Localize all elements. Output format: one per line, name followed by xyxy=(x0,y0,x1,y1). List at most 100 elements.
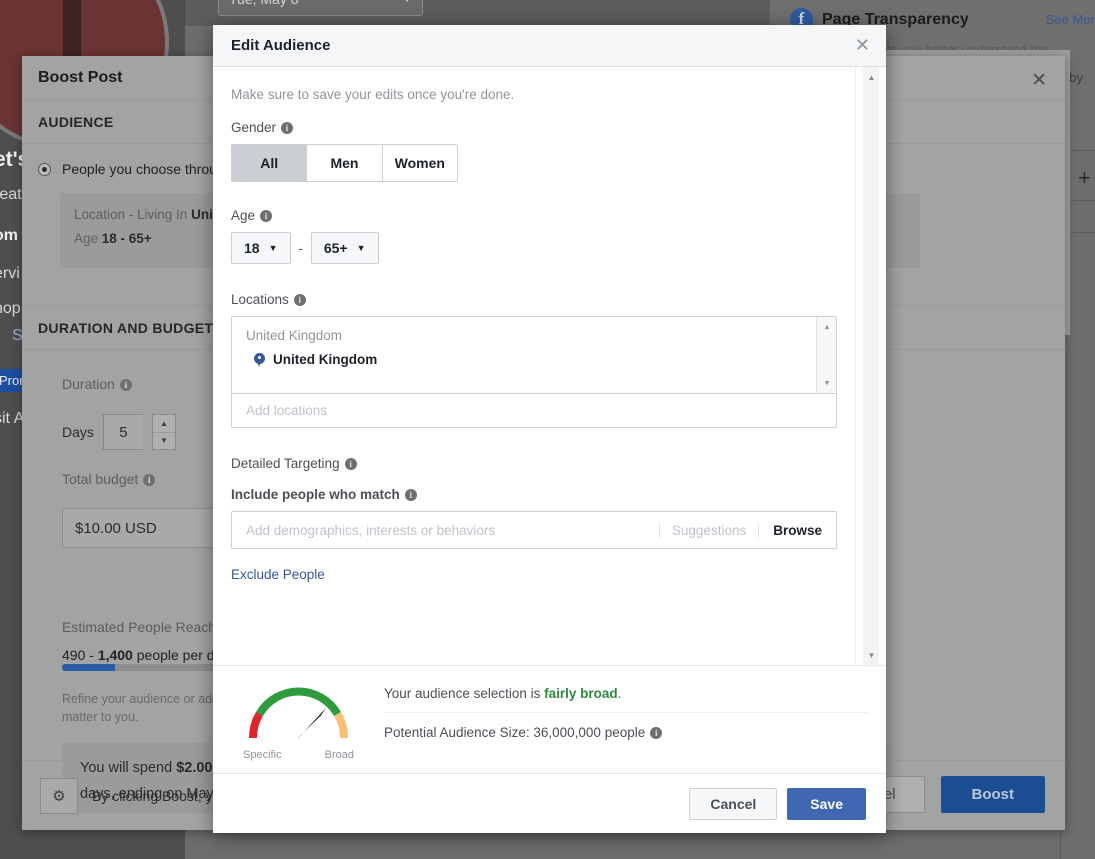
include-people-label-text: Include people who match xyxy=(231,487,400,502)
age-max-dropdown[interactable]: 65+ ▼ xyxy=(311,232,379,264)
summary-age-prefix: Age xyxy=(74,231,102,246)
audience-size-label: Potential Audience Size: xyxy=(384,725,533,740)
chevron-down-icon: ▼ xyxy=(402,0,412,5)
info-icon[interactable]: i xyxy=(405,489,417,501)
gender-option-women[interactable]: Women xyxy=(383,145,457,181)
info-icon[interactable]: i xyxy=(120,379,132,391)
boost-budget-label: Total budget xyxy=(62,471,138,487)
boost-audience-radio-row[interactable]: People you choose throug xyxy=(38,161,225,177)
bg-text-3: ervi xyxy=(0,265,20,283)
age-min-value: 18 xyxy=(244,240,260,256)
locations-label-text: Locations xyxy=(231,292,289,307)
modal-body: Make sure to save your edits once you're… xyxy=(213,67,886,665)
potential-audience-size: Potential Audience Size: 36,000,000 peop… xyxy=(384,713,868,740)
boost-tos-text: By clicking Boost, you xyxy=(92,788,228,804)
boost-estimated-label: Estimated People Reached xyxy=(62,619,232,635)
bg-text-6: sit A xyxy=(0,410,24,428)
bg-text-1: reat xyxy=(0,186,22,204)
locations-group-header: United Kingdom xyxy=(232,317,836,349)
locations-list: United Kingdom United Kingdom ▲ ▼ xyxy=(232,317,836,393)
est-bold: 1,400 xyxy=(98,647,133,663)
bg-text-2: om xyxy=(0,227,18,245)
modal-scrollbar[interactable]: ▲ ▼ xyxy=(855,67,886,665)
locations-field-label: Locations i xyxy=(231,292,837,307)
audience-selection-text: Your audience selection is fairly broad. xyxy=(384,686,868,713)
close-icon[interactable]: ✕ xyxy=(855,36,870,54)
chevron-down-icon: ▼ xyxy=(269,243,278,253)
gauge-broad-label: Broad xyxy=(325,749,354,761)
info-icon[interactable]: i xyxy=(345,458,357,470)
gender-segmented-control[interactable]: All Men Women xyxy=(231,144,458,182)
info-icon[interactable]: i xyxy=(650,727,662,739)
age-max-value: 65+ xyxy=(324,240,348,256)
audience-gauge-info: Your audience selection is fairly broad.… xyxy=(384,680,868,740)
radio-selected-icon[interactable] xyxy=(38,163,51,176)
gender-option-all[interactable]: All xyxy=(232,145,307,181)
gender-option-men[interactable]: Men xyxy=(307,145,382,181)
gauge-specific-label: Specific xyxy=(243,749,282,761)
summary-location-prefix: Location - Living In xyxy=(74,207,191,222)
modal-scroll-area: Make sure to save your edits once you're… xyxy=(213,67,855,665)
boost-duration-label: Duration xyxy=(62,376,115,392)
page-transparency-by-label: by xyxy=(1069,70,1083,85)
scroll-up-icon[interactable]: ▲ xyxy=(856,69,886,85)
info-icon[interactable]: i xyxy=(143,474,155,486)
background-date-selector[interactable]: Tue, May 8 ▼ xyxy=(218,0,423,16)
location-pin-icon xyxy=(254,353,265,367)
boost-budget-label-row: Total budget i xyxy=(62,471,155,489)
page-transparency-see-more-link[interactable]: See Mor xyxy=(1046,12,1095,27)
audience-size-value: 36,000,000 xyxy=(533,725,601,740)
age-range-row: 18 ▼ - 65+ ▼ xyxy=(231,232,837,264)
boost-days-spinner[interactable]: ▲ ▼ xyxy=(152,414,176,450)
modal-title: Edit Audience xyxy=(231,37,330,54)
spinner-up-icon[interactable]: ▲ xyxy=(153,415,175,433)
locations-input-placeholder: Add locations xyxy=(246,403,327,418)
save-button[interactable]: Save xyxy=(787,788,866,820)
scroll-down-icon[interactable]: ▼ xyxy=(856,647,886,663)
bg-text-4: hop xyxy=(0,300,21,318)
boost-audience-section-label: AUDIENCE xyxy=(38,114,114,130)
gender-field-label: Genderi xyxy=(231,120,837,135)
scroll-up-icon[interactable]: ▲ xyxy=(817,320,836,334)
edit-audience-modal: Edit Audience ✕ Make sure to save your e… xyxy=(213,25,886,833)
audience-gauge-panel: Specific Broad Your audience selection i… xyxy=(213,665,886,773)
modal-scrollbar-track[interactable] xyxy=(863,67,879,665)
scroll-down-icon[interactable]: ▼ xyxy=(817,376,836,390)
boost-duration-label-row: Duration i xyxy=(62,376,132,394)
detailed-targeting-input-placeholder[interactable]: Add demographics, interests or behaviors xyxy=(246,523,659,538)
gauge-labels: Specific Broad xyxy=(241,749,356,761)
exclude-people-link[interactable]: Exclude People xyxy=(231,567,837,582)
selection-prefix: Your audience selection is xyxy=(384,686,544,701)
age-min-dropdown[interactable]: 18 ▼ xyxy=(231,232,291,264)
age-field-label: Agei xyxy=(231,208,837,223)
gauge-svg xyxy=(241,680,356,742)
detailed-targeting-label-text: Detailed Targeting xyxy=(231,456,340,471)
boost-post-close-icon[interactable]: ✕ xyxy=(1031,69,1047,92)
boost-days-input[interactable]: 5 xyxy=(103,414,143,450)
info-icon[interactable]: i xyxy=(281,122,293,134)
summary-age-value: 18 - 65+ xyxy=(102,231,152,246)
cancel-button[interactable]: Cancel xyxy=(689,788,777,820)
screen-root: et's reat om ervi hop Se sit A Prom Tue,… xyxy=(0,0,1095,859)
browse-button[interactable]: Browse xyxy=(758,523,836,538)
modal-footer: Cancel Save xyxy=(213,773,886,833)
locations-input[interactable]: Add locations xyxy=(232,393,836,427)
suggestions-button[interactable]: Suggestions xyxy=(659,523,758,538)
locations-scrollbar[interactable]: ▲ ▼ xyxy=(816,317,836,393)
info-icon[interactable]: i xyxy=(260,210,272,222)
modal-header: Edit Audience ✕ xyxy=(213,25,886,67)
modal-hint: Make sure to save your edits once you're… xyxy=(231,87,837,102)
chevron-down-icon: ▼ xyxy=(357,243,366,253)
audience-gauge: Specific Broad xyxy=(241,680,356,761)
est-prefix: 490 - xyxy=(62,647,98,663)
background-add-icon[interactable]: + xyxy=(1078,165,1091,191)
gear-icon[interactable]: ⚙ xyxy=(40,778,78,814)
list-item[interactable]: United Kingdom xyxy=(232,349,836,375)
spinner-down-icon[interactable]: ▼ xyxy=(153,433,175,450)
detailed-targeting-input-row[interactable]: Add demographics, interests or behaviors… xyxy=(231,511,837,549)
boost-days-stepper-row[interactable]: Days 5 ▲ ▼ xyxy=(62,414,176,450)
age-separator: - xyxy=(299,241,303,256)
info-icon[interactable]: i xyxy=(294,294,306,306)
boost-confirm-button[interactable]: Boost xyxy=(941,776,1046,813)
boost-estimated-value: 490 - 1,400 people per day xyxy=(62,647,229,663)
